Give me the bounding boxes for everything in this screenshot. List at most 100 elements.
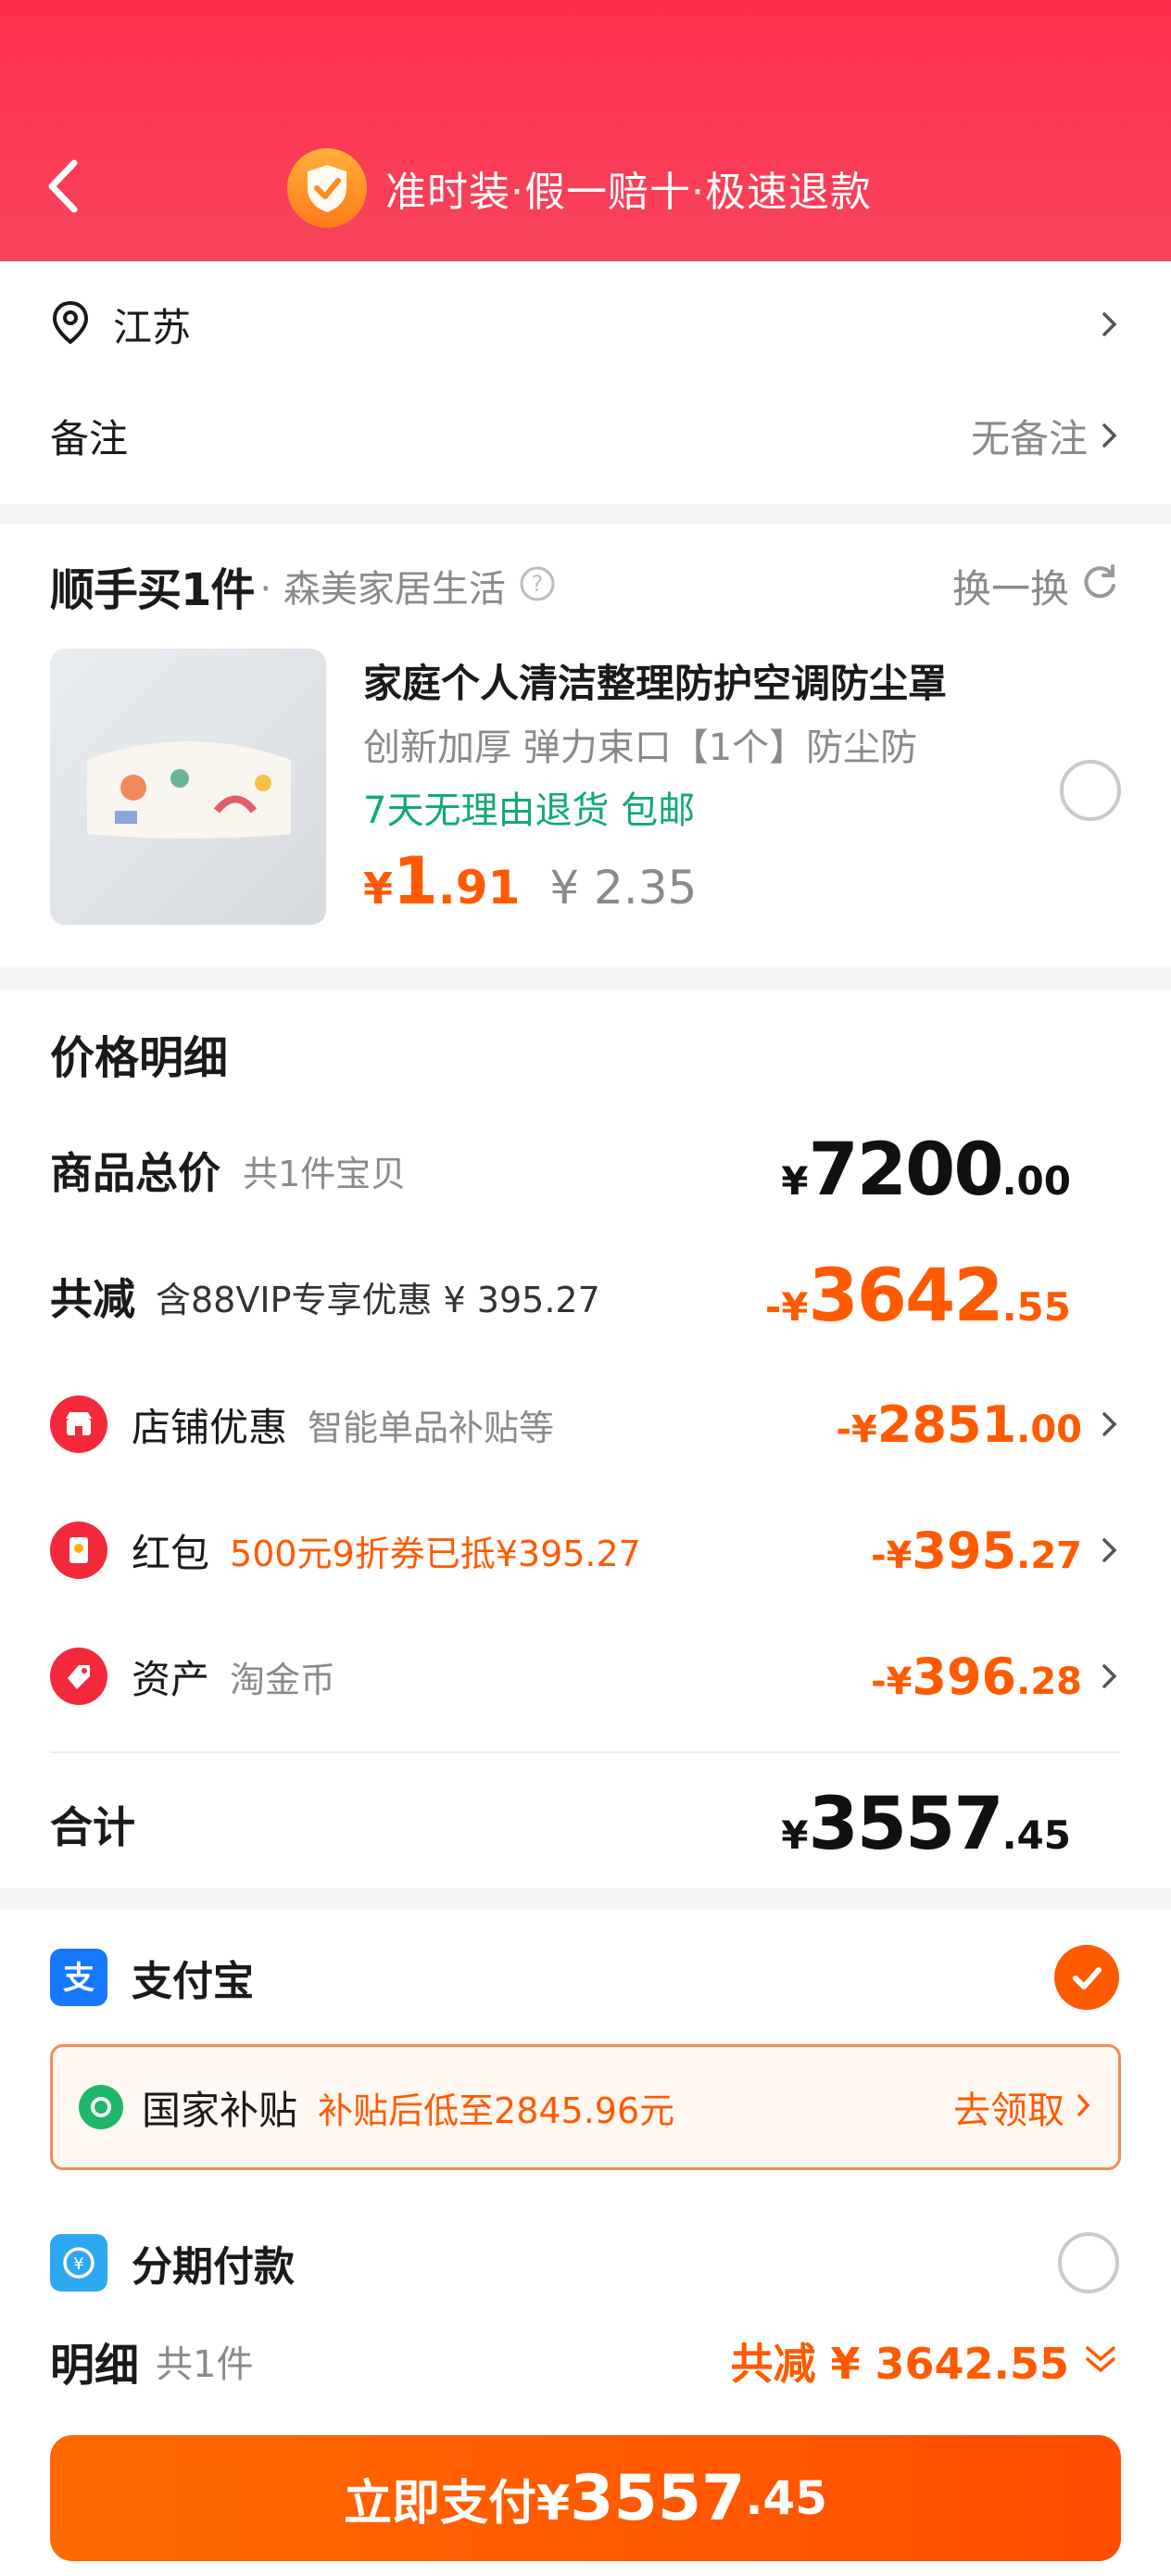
sum-row: 合计 ¥ 3557 .45 bbox=[50, 1783, 1071, 1866]
red-packet-label: 红包 bbox=[132, 1530, 210, 1576]
subsidy-label: 国家补贴 bbox=[142, 2087, 298, 2133]
coin-tag-icon bbox=[50, 1648, 107, 1705]
shield-check-icon bbox=[287, 148, 367, 228]
installment-radio[interactable] bbox=[1058, 2232, 1119, 2293]
total-price-row: 商品总价 共1件宝贝 ¥ 7200 .00 bbox=[50, 1129, 1071, 1212]
pay-now-button[interactable]: 立即支付¥ 3557 .45 bbox=[50, 2435, 1121, 2561]
sum-label: 合计 bbox=[50, 1802, 135, 1852]
discount-label: 共减 bbox=[50, 1274, 135, 1324]
chevron-right-icon bbox=[1101, 1534, 1119, 1566]
shop-name: · 森美家居生活 bbox=[259, 568, 506, 611]
product-subtitle: 创新加厚 弹力束口【1个】防尘防 bbox=[363, 726, 918, 769]
alipay-icon: 支 bbox=[50, 1949, 107, 2006]
store-icon bbox=[50, 1395, 107, 1453]
back-arrow-icon[interactable] bbox=[41, 156, 89, 217]
assets-label: 资产 bbox=[132, 1656, 210, 1702]
total-price-symbol: ¥ bbox=[781, 1158, 809, 1204]
store-discount-sub: 智能单品补贴等 bbox=[308, 1407, 555, 1448]
assets-dec: .28 bbox=[1016, 1660, 1082, 1703]
chevron-right-icon bbox=[1101, 1408, 1119, 1440]
assets-sub: 淘金币 bbox=[230, 1659, 336, 1700]
subsidy-icon bbox=[79, 2085, 123, 2129]
sum-symbol: ¥ bbox=[781, 1812, 809, 1858]
assets-int: 396 bbox=[912, 1647, 1017, 1706]
address-card: 江苏 备注 无备注 bbox=[0, 261, 1171, 504]
detail-label: 明细 bbox=[50, 2340, 140, 2392]
add-on-select-radio[interactable] bbox=[1060, 760, 1121, 821]
switch-button[interactable]: 换一换 bbox=[952, 558, 1119, 614]
product-price-int: 1 bbox=[393, 843, 438, 919]
installment-icon: ¥ bbox=[50, 2234, 107, 2292]
location-pin-icon bbox=[50, 299, 91, 349]
divider bbox=[50, 1751, 1119, 1753]
chevron-right-icon bbox=[1101, 309, 1119, 340]
chevron-right-icon bbox=[1101, 420, 1119, 451]
sum-dec: .45 bbox=[1001, 1812, 1071, 1858]
discount-symbol: -¥ bbox=[764, 1284, 809, 1330]
detail-discount: 共减 ¥ 3642.55 bbox=[730, 2339, 1069, 2389]
store-discount-symbol: -¥ bbox=[836, 1408, 877, 1451]
total-price-sub: 共1件宝贝 bbox=[243, 1153, 407, 1194]
pay-button-prefix: 立即支付¥ bbox=[343, 2475, 571, 2532]
red-packet-symbol: -¥ bbox=[870, 1534, 913, 1577]
assets-symbol: -¥ bbox=[870, 1660, 913, 1703]
subsidy-action-link[interactable]: 去领取 bbox=[953, 2080, 1064, 2134]
svg-text:?: ? bbox=[531, 571, 543, 597]
subsidy-text: 补贴后低至2845.96元 bbox=[318, 2090, 675, 2131]
alipay-checked-icon[interactable] bbox=[1054, 1945, 1119, 2010]
store-discount-int: 2851 bbox=[876, 1395, 1017, 1454]
pay-button-dec: .45 bbox=[745, 2471, 828, 2525]
svg-text:¥: ¥ bbox=[73, 2254, 83, 2274]
discount-row: 共减 含88VIP专享优惠 ¥ 395.27 -¥ 3642 .55 bbox=[50, 1255, 1071, 1338]
red-packet-icon bbox=[50, 1522, 107, 1579]
store-discount-dec: .00 bbox=[1016, 1408, 1082, 1451]
help-icon[interactable]: ? bbox=[519, 565, 556, 606]
product-title[interactable]: 家庭个人清洁整理防护空调防尘罩 bbox=[363, 652, 1049, 708]
alipay-row[interactable]: 支 支付宝 bbox=[50, 1942, 1119, 2013]
store-discount-row[interactable]: 店铺优惠 智能单品补贴等 -¥ 2851 .00 bbox=[50, 1390, 1119, 1458]
remark-value: 无备注 bbox=[970, 415, 1088, 461]
remark-row[interactable]: 备注 无备注 bbox=[50, 406, 1119, 465]
discount-int: 3642 bbox=[808, 1255, 1004, 1338]
refresh-icon bbox=[1080, 562, 1119, 610]
red-packet-dec: .27 bbox=[1016, 1534, 1082, 1577]
double-chevron-down-icon bbox=[1082, 2341, 1119, 2381]
switch-label: 换一换 bbox=[951, 565, 1069, 612]
installment-label: 分期付款 bbox=[132, 2243, 295, 2291]
red-packet-row[interactable]: 红包 500元9折券已抵¥395.27 -¥ 395 .27 bbox=[50, 1516, 1119, 1585]
svg-text:支: 支 bbox=[63, 1960, 94, 1997]
total-price-int: 7200 bbox=[808, 1129, 1004, 1212]
guarantee-banner: 准时装·假一赔十·极速退款 bbox=[287, 146, 872, 230]
chevron-right-icon bbox=[1076, 2091, 1092, 2123]
product-price-dec: .91 bbox=[437, 861, 521, 915]
discount-sub: 含88VIP专享优惠 ¥ 395.27 bbox=[156, 1279, 600, 1320]
top-banner: 准时装·假一赔十·极速退款 bbox=[0, 0, 1171, 261]
product-service-tags: 7天无理由退货 包邮 bbox=[363, 789, 696, 832]
add-on-logo: 顺手买1件 bbox=[50, 564, 255, 616]
address-region: 江苏 bbox=[113, 304, 192, 350]
detail-sub: 共1件 bbox=[156, 2343, 254, 2386]
add-on-recommend-card: 顺手买1件 · 森美家居生活 ? 换一换 家庭个人清洁整理防护空调防尘罩 创新加… bbox=[0, 524, 1171, 967]
sum-int: 3557 bbox=[808, 1783, 1004, 1866]
red-packet-int: 395 bbox=[912, 1521, 1017, 1580]
address-row[interactable]: 江苏 bbox=[50, 295, 1119, 354]
price-detail-title: 价格明细 bbox=[50, 1032, 229, 1084]
product-image[interactable] bbox=[50, 649, 326, 925]
national-subsidy-banner[interactable]: 国家补贴 补贴后低至2845.96元 去领取 bbox=[50, 2044, 1121, 2170]
remark-label: 备注 bbox=[50, 415, 129, 461]
price-detail-card: 价格明细 商品总价 共1件宝贝 ¥ 7200 .00 共减 含88VIP专享优惠… bbox=[0, 990, 1171, 1888]
detail-summary-row[interactable]: 明细 共1件 共减 ¥ 3642.55 bbox=[50, 2326, 1119, 2396]
guarantee-text: 准时装·假一赔十·极速退款 bbox=[385, 169, 872, 216]
discount-dec: .55 bbox=[1001, 1284, 1071, 1330]
assets-row[interactable]: 资产 淘金币 -¥ 396 .28 bbox=[50, 1642, 1119, 1711]
total-price-dec: .00 bbox=[1001, 1158, 1071, 1204]
alipay-label: 支付宝 bbox=[132, 1958, 254, 2005]
total-price-label: 商品总价 bbox=[50, 1148, 220, 1198]
pay-button-int: 3557 bbox=[570, 2461, 746, 2535]
chevron-right-icon bbox=[1101, 1661, 1119, 1692]
product-price-symbol: ¥ bbox=[363, 864, 394, 914]
store-discount-label: 店铺优惠 bbox=[132, 1404, 288, 1450]
red-packet-sub: 500元9折券已抵¥395.27 bbox=[230, 1533, 641, 1574]
installment-row[interactable]: ¥ 分期付款 bbox=[50, 2228, 1119, 2298]
product-original-price: ¥ 2.35 bbox=[549, 861, 698, 915]
